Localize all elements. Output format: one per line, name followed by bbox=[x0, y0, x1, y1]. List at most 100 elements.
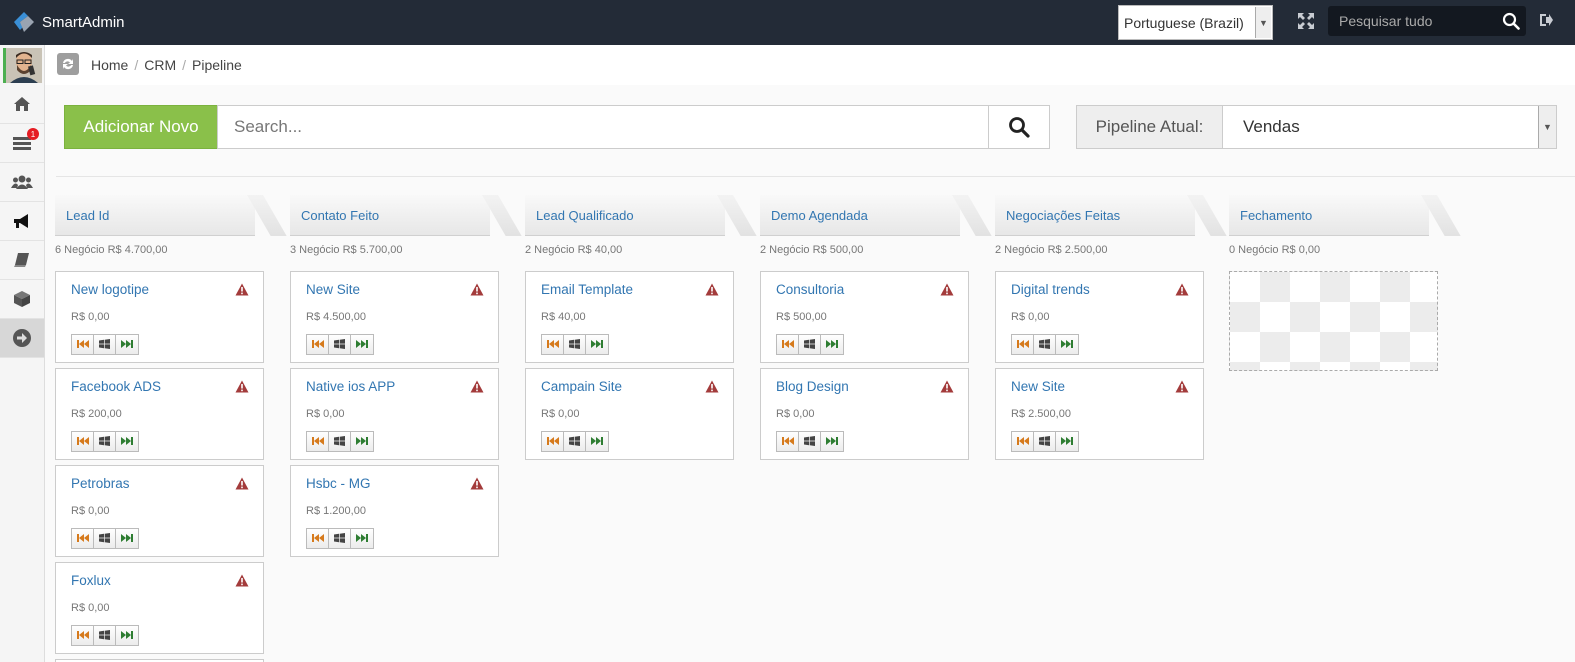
move-back-button[interactable] bbox=[72, 626, 94, 645]
warning-icon bbox=[470, 380, 484, 396]
fullscreen-button[interactable] bbox=[1297, 12, 1317, 32]
move-forward-button[interactable] bbox=[116, 626, 138, 645]
app-logo[interactable]: SmartAdmin bbox=[10, 10, 125, 34]
sidebar-item-home[interactable] bbox=[0, 85, 44, 124]
card-list bbox=[1229, 271, 1439, 371]
deal-title[interactable]: Hsbc - MG bbox=[306, 476, 371, 491]
sidebar-item-contacts[interactable] bbox=[0, 163, 44, 202]
move-back-button[interactable] bbox=[542, 335, 564, 354]
details-button[interactable] bbox=[329, 335, 351, 354]
sidebar-item-campaigns[interactable] bbox=[0, 202, 44, 241]
move-back-button[interactable] bbox=[777, 335, 799, 354]
details-button[interactable] bbox=[94, 626, 116, 645]
move-forward-button[interactable] bbox=[821, 432, 843, 451]
move-forward-button[interactable] bbox=[351, 335, 373, 354]
stage-header[interactable]: Fechamento bbox=[1229, 195, 1429, 236]
move-back-button[interactable] bbox=[72, 529, 94, 548]
deal-card[interactable]: New Site R$ 4.500,00 bbox=[290, 271, 499, 363]
add-new-button[interactable]: Adicionar Novo bbox=[64, 105, 218, 149]
move-back-button[interactable] bbox=[307, 529, 329, 548]
search-icon bbox=[1009, 117, 1030, 138]
deal-card[interactable]: Hsbc - MG R$ 1.200,00 bbox=[290, 465, 499, 557]
logout-button[interactable] bbox=[1538, 12, 1554, 31]
deal-card[interactable]: Consultoria R$ 500,00 bbox=[760, 271, 969, 363]
sidebar-item-expand[interactable] bbox=[0, 319, 44, 358]
deal-value: R$ 0,00 bbox=[71, 311, 110, 323]
book-icon bbox=[14, 253, 29, 267]
move-forward-button[interactable] bbox=[1056, 335, 1078, 354]
move-back-button[interactable] bbox=[307, 335, 329, 354]
stage-header[interactable]: Demo Agendada bbox=[760, 195, 960, 236]
sidebar-item-products[interactable] bbox=[0, 280, 44, 319]
move-forward-button[interactable] bbox=[821, 335, 843, 354]
deal-card[interactable]: New Site R$ 2.500,00 bbox=[995, 368, 1204, 460]
stage-header[interactable]: Contato Feito bbox=[290, 195, 490, 236]
details-button[interactable] bbox=[94, 335, 116, 354]
move-forward-button[interactable] bbox=[351, 529, 373, 548]
sidebar-item-docs[interactable] bbox=[0, 241, 44, 280]
move-forward-button[interactable] bbox=[116, 432, 138, 451]
search-icon[interactable] bbox=[1502, 12, 1520, 30]
deal-title[interactable]: Consultoria bbox=[776, 282, 844, 297]
global-search-input[interactable] bbox=[1339, 13, 1494, 29]
move-forward-button[interactable] bbox=[586, 432, 608, 451]
fast-backward-icon bbox=[311, 531, 324, 546]
move-back-button[interactable] bbox=[542, 432, 564, 451]
refresh-button[interactable] bbox=[57, 53, 79, 75]
sidebar-item-tasks[interactable]: 1 bbox=[0, 124, 44, 163]
deal-card[interactable]: Digital trends R$ 0,00 bbox=[995, 271, 1204, 363]
stage-header[interactable]: Negociações Feitas bbox=[995, 195, 1195, 236]
breadcrumb-home[interactable]: Home bbox=[91, 57, 128, 73]
deal-title[interactable]: Foxlux bbox=[71, 573, 111, 588]
details-button[interactable] bbox=[94, 529, 116, 548]
warning-icon bbox=[1175, 380, 1189, 396]
stage-header[interactable]: Lead Qualificado bbox=[525, 195, 725, 236]
move-back-button[interactable] bbox=[72, 432, 94, 451]
empty-drop-zone[interactable] bbox=[1229, 271, 1438, 371]
language-select[interactable]: Portuguese (Brazil) ▼ bbox=[1118, 5, 1273, 40]
move-back-button[interactable] bbox=[1012, 432, 1034, 451]
deal-title[interactable]: Email Template bbox=[541, 282, 633, 297]
move-forward-button[interactable] bbox=[586, 335, 608, 354]
stage-header[interactable]: Lead Id bbox=[55, 195, 255, 236]
details-button[interactable] bbox=[799, 335, 821, 354]
deal-card[interactable]: Native ios APP R$ 0,00 bbox=[290, 368, 499, 460]
deal-title[interactable]: New Site bbox=[1011, 379, 1065, 394]
details-button[interactable] bbox=[1034, 432, 1056, 451]
deal-card[interactable]: Email Template R$ 40,00 bbox=[525, 271, 734, 363]
breadcrumb-crm[interactable]: CRM bbox=[144, 57, 176, 73]
deal-title[interactable]: New Site bbox=[306, 282, 360, 297]
deal-card[interactable]: New logotipe R$ 0,00 bbox=[55, 271, 264, 363]
deal-card[interactable]: Facebook ADS R$ 200,00 bbox=[55, 368, 264, 460]
details-button[interactable] bbox=[329, 529, 351, 548]
move-back-button[interactable] bbox=[307, 432, 329, 451]
deal-card[interactable]: Petrobras R$ 0,00 bbox=[55, 465, 264, 557]
avatar[interactable] bbox=[3, 48, 42, 83]
details-button[interactable] bbox=[564, 432, 586, 451]
deal-card[interactable]: Foxlux R$ 0,00 bbox=[55, 562, 264, 654]
deal-title[interactable]: Facebook ADS bbox=[71, 379, 161, 394]
details-button[interactable] bbox=[329, 432, 351, 451]
move-back-button[interactable] bbox=[72, 335, 94, 354]
move-forward-button[interactable] bbox=[351, 432, 373, 451]
deal-card[interactable]: Blog Design R$ 0,00 bbox=[760, 368, 969, 460]
deal-title[interactable]: Petrobras bbox=[71, 476, 130, 491]
move-back-button[interactable] bbox=[777, 432, 799, 451]
deal-title[interactable]: Native ios APP bbox=[306, 379, 395, 394]
details-button[interactable] bbox=[564, 335, 586, 354]
deal-title[interactable]: New logotipe bbox=[71, 282, 149, 297]
details-button[interactable] bbox=[799, 432, 821, 451]
details-button[interactable] bbox=[1034, 335, 1056, 354]
deal-title[interactable]: Digital trends bbox=[1011, 282, 1090, 297]
search-input[interactable] bbox=[218, 106, 988, 148]
deal-title[interactable]: Campain Site bbox=[541, 379, 622, 394]
deal-card[interactable]: Campain Site R$ 0,00 bbox=[525, 368, 734, 460]
details-button[interactable] bbox=[94, 432, 116, 451]
pipeline-select[interactable]: Vendas ▼ bbox=[1222, 105, 1557, 149]
move-forward-button[interactable] bbox=[116, 529, 138, 548]
move-forward-button[interactable] bbox=[116, 335, 138, 354]
search-button[interactable] bbox=[988, 105, 1050, 149]
deal-title[interactable]: Blog Design bbox=[776, 379, 849, 394]
move-forward-button[interactable] bbox=[1056, 432, 1078, 451]
move-back-button[interactable] bbox=[1012, 335, 1034, 354]
